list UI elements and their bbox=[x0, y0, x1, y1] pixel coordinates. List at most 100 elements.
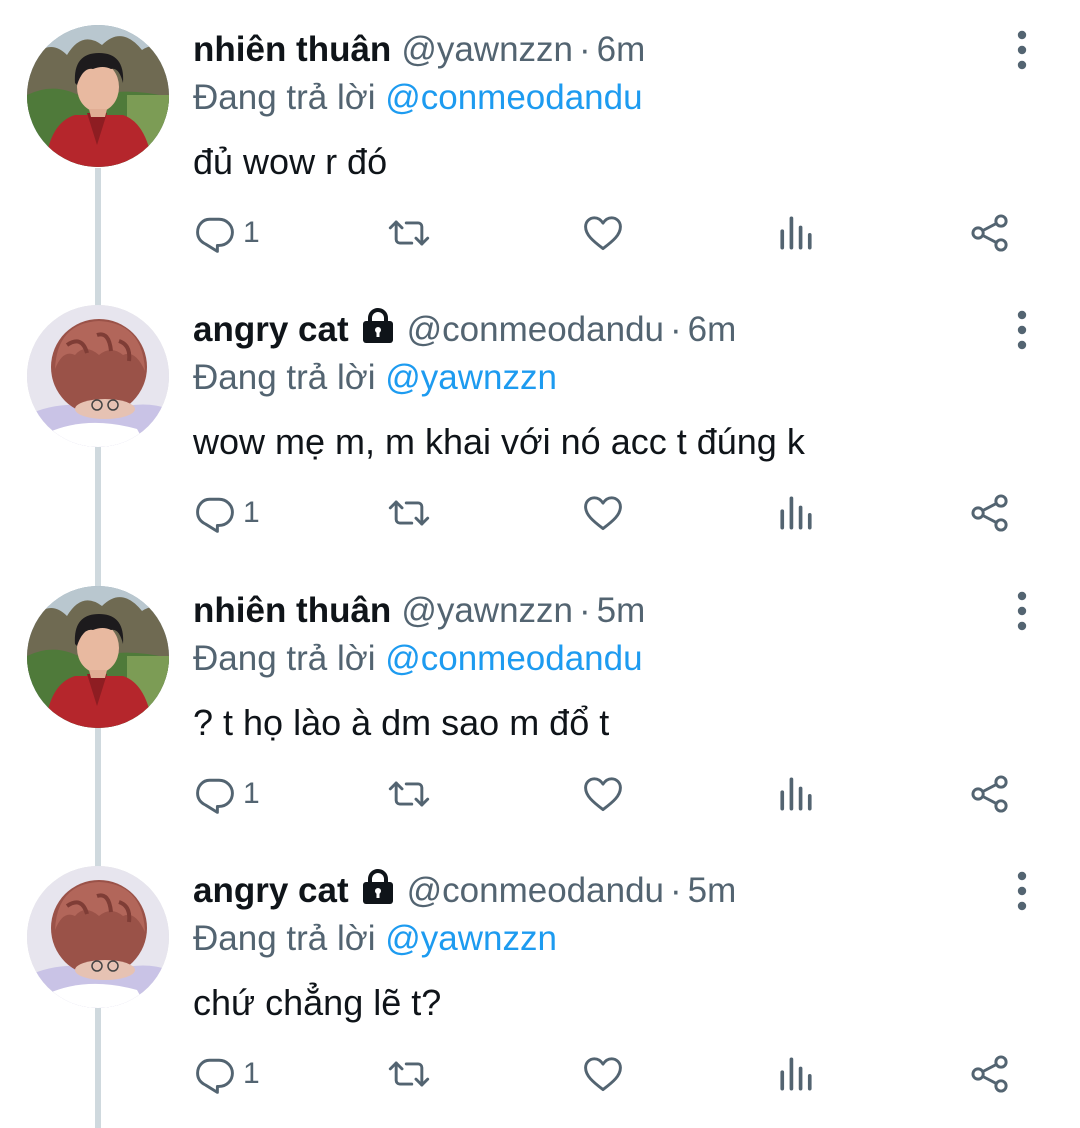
mention-link[interactable]: @yawnzzn bbox=[385, 919, 557, 958]
more-options-button[interactable] bbox=[1002, 28, 1042, 72]
lock-icon bbox=[359, 869, 397, 905]
replying-to-label: Đang trả lời bbox=[193, 919, 376, 958]
user-handle[interactable]: @conmeodandu bbox=[407, 871, 664, 910]
user-handle[interactable]: @yawnzzn bbox=[401, 30, 573, 69]
retweet-button[interactable] bbox=[387, 485, 431, 541]
separator-dot: · bbox=[670, 871, 682, 910]
replying-to: Đang trả lời @yawnzzn bbox=[193, 915, 557, 963]
tweet-item[interactable]: nhiên thuân @yawnzzn · 6m Đang trả lời @con… bbox=[0, 0, 1080, 280]
tweet-item[interactable]: angry cat @conmeodandu · 5m Đang trả lời @y… bbox=[0, 841, 1080, 1121]
reply-count: 1 bbox=[243, 496, 260, 529]
like-button[interactable] bbox=[581, 205, 625, 261]
avatar[interactable] bbox=[27, 25, 169, 167]
reply-button[interactable]: 1 bbox=[193, 1046, 260, 1102]
display-name[interactable]: angry cat bbox=[193, 871, 349, 910]
avatar[interactable] bbox=[27, 586, 169, 728]
reply-icon bbox=[193, 1052, 237, 1096]
share-button[interactable] bbox=[968, 205, 1012, 261]
separator-dot: · bbox=[670, 310, 682, 349]
separator-dot: · bbox=[579, 591, 591, 630]
user-handle[interactable]: @yawnzzn bbox=[401, 591, 573, 630]
replying-to: Đang trả lời @conmeodandu bbox=[193, 635, 643, 683]
retweet-icon bbox=[387, 211, 431, 255]
share-button[interactable] bbox=[968, 766, 1012, 822]
share-button[interactable] bbox=[968, 1046, 1012, 1102]
reply-icon bbox=[193, 772, 237, 816]
display-name[interactable]: angry cat bbox=[193, 310, 349, 349]
analytics-icon bbox=[774, 211, 818, 255]
share-icon bbox=[968, 772, 1012, 816]
reply-button[interactable]: 1 bbox=[193, 205, 260, 261]
more-vertical-icon bbox=[1002, 589, 1042, 633]
reply-count: 1 bbox=[243, 216, 260, 249]
tweet-actions: 1 bbox=[0, 205, 1080, 261]
like-button[interactable] bbox=[581, 1046, 625, 1102]
heart-icon bbox=[581, 491, 625, 535]
analytics-button[interactable] bbox=[774, 485, 818, 541]
analytics-button[interactable] bbox=[774, 1046, 818, 1102]
more-options-button[interactable] bbox=[1002, 869, 1042, 913]
timestamp[interactable]: 6m bbox=[688, 310, 737, 349]
tweet-actions: 1 bbox=[0, 1046, 1080, 1102]
display-name[interactable]: nhiên thuân bbox=[193, 591, 391, 630]
reply-button[interactable]: 1 bbox=[193, 766, 260, 822]
more-vertical-icon bbox=[1002, 869, 1042, 913]
retweet-icon bbox=[387, 1052, 431, 1096]
heart-icon bbox=[581, 211, 625, 255]
retweet-button[interactable] bbox=[387, 1046, 431, 1102]
retweet-button[interactable] bbox=[387, 766, 431, 822]
retweet-button[interactable] bbox=[387, 205, 431, 261]
reply-icon bbox=[193, 211, 237, 255]
reply-count: 1 bbox=[243, 777, 260, 810]
timestamp[interactable]: 5m bbox=[597, 591, 646, 630]
retweet-icon bbox=[387, 772, 431, 816]
tweet-item[interactable]: angry cat @conmeodandu · 6m Đang trả lời @y… bbox=[0, 280, 1080, 560]
more-vertical-icon bbox=[1002, 308, 1042, 352]
separator-dot: · bbox=[579, 30, 591, 69]
display-name[interactable]: nhiên thuân bbox=[193, 30, 391, 69]
like-button[interactable] bbox=[581, 485, 625, 541]
more-vertical-icon bbox=[1002, 28, 1042, 72]
tweet-text: ? t họ lào à dm sao m đổ t bbox=[193, 702, 610, 743]
retweet-icon bbox=[387, 491, 431, 535]
replying-to-label: Đang trả lời bbox=[193, 358, 376, 397]
mention-link[interactable]: @conmeodandu bbox=[385, 639, 642, 678]
tweet-actions: 1 bbox=[0, 766, 1080, 822]
more-options-button[interactable] bbox=[1002, 308, 1042, 352]
tweet-text: đủ wow r đó bbox=[193, 141, 388, 182]
tweet-actions: 1 bbox=[0, 485, 1080, 541]
analytics-icon bbox=[774, 491, 818, 535]
heart-icon bbox=[581, 1052, 625, 1096]
tweet-text: wow mẹ m, m khai với nó acc t đúng k bbox=[193, 421, 805, 462]
user-handle[interactable]: @conmeodandu bbox=[407, 310, 664, 349]
reply-count: 1 bbox=[243, 1057, 260, 1090]
reply-button[interactable]: 1 bbox=[193, 485, 260, 541]
avatar[interactable] bbox=[27, 866, 169, 1008]
more-options-button[interactable] bbox=[1002, 589, 1042, 633]
tweet-header: nhiên thuân @yawnzzn · 5m bbox=[193, 587, 645, 635]
timestamp[interactable]: 6m bbox=[597, 30, 646, 69]
mention-link[interactable]: @conmeodandu bbox=[385, 78, 642, 117]
mention-link[interactable]: @yawnzzn bbox=[385, 358, 557, 397]
replying-to-label: Đang trả lời bbox=[193, 639, 376, 678]
analytics-button[interactable] bbox=[774, 766, 818, 822]
share-icon bbox=[968, 491, 1012, 535]
reply-icon bbox=[193, 491, 237, 535]
lock-icon bbox=[359, 308, 397, 344]
analytics-icon bbox=[774, 1052, 818, 1096]
tweet-header: angry cat @conmeodandu · 5m bbox=[193, 867, 736, 915]
avatar[interactable] bbox=[27, 305, 169, 447]
tweet-text: chứ chẳng lẽ t? bbox=[193, 982, 442, 1023]
like-button[interactable] bbox=[581, 766, 625, 822]
replying-to: Đang trả lời @yawnzzn bbox=[193, 354, 557, 402]
tweet-header: angry cat @conmeodandu · 6m bbox=[193, 306, 736, 354]
tweet-header: nhiên thuân @yawnzzn · 6m bbox=[193, 26, 645, 74]
share-button[interactable] bbox=[968, 485, 1012, 541]
tweet-item[interactable]: nhiên thuân @yawnzzn · 5m Đang trả lời @con… bbox=[0, 561, 1080, 841]
analytics-button[interactable] bbox=[774, 205, 818, 261]
share-icon bbox=[968, 1052, 1012, 1096]
heart-icon bbox=[581, 772, 625, 816]
timestamp[interactable]: 5m bbox=[688, 871, 737, 910]
replying-to-label: Đang trả lời bbox=[193, 78, 376, 117]
replying-to: Đang trả lời @conmeodandu bbox=[193, 74, 643, 122]
